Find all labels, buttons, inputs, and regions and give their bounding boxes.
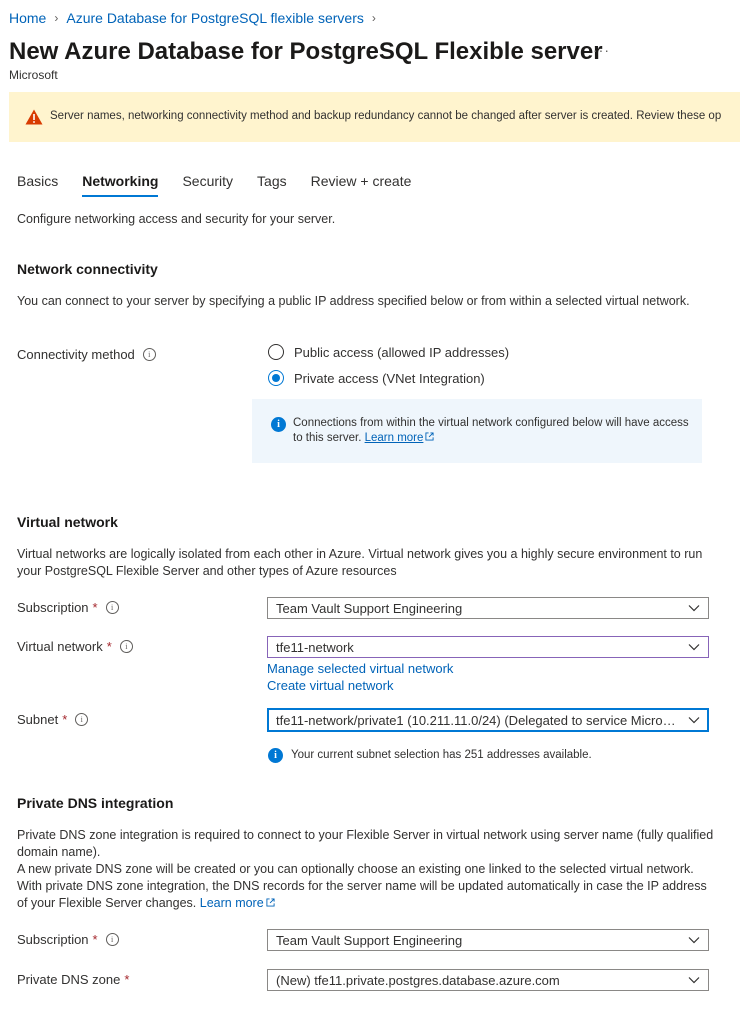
private-access-info-box: i Connections from within the virtual ne… — [252, 399, 702, 463]
required-marker: * — [92, 600, 98, 615]
chevron-down-icon — [688, 605, 700, 612]
page-subtitle: Microsoft — [9, 68, 58, 82]
vnet-value: tfe11-network — [276, 639, 354, 655]
radio-public-access-label: Public access (allowed IP addresses) — [294, 344, 510, 360]
network-connectivity-heading: Network connectivity — [17, 261, 158, 277]
external-link-icon — [425, 432, 434, 441]
private-dns-heading: Private DNS integration — [17, 795, 174, 811]
manage-vnet-link[interactable]: Manage selected virtual network — [267, 661, 453, 676]
chevron-down-icon — [688, 937, 700, 944]
chevron-down-icon — [688, 644, 700, 651]
learn-more-link[interactable]: Learn more — [365, 432, 424, 444]
create-vnet-link[interactable]: Create virtual network — [267, 678, 393, 693]
dns-subscription-label: Subscription * i — [17, 932, 119, 947]
tab-tags[interactable]: Tags — [257, 173, 287, 197]
vnet-label: Virtual network * i — [17, 639, 133, 654]
connectivity-method-label: Connectivity method i — [17, 347, 156, 362]
info-icon[interactable]: i — [119, 640, 133, 653]
vnet-label-text: Virtual network — [17, 639, 103, 654]
tab-security[interactable]: Security — [182, 173, 233, 197]
subnet-info-text: Your current subnet selection has 251 ad… — [291, 749, 592, 761]
breadcrumb-parent-link[interactable]: Azure Database for PostgreSQL flexible s… — [66, 10, 364, 26]
vnet-subscription-dropdown[interactable]: Team Vault Support Engineering — [267, 597, 709, 619]
chevron-right-icon: › — [54, 11, 59, 25]
subnet-value: tfe11-network/private1 (10.211.11.0/24) … — [276, 712, 680, 728]
required-marker: * — [62, 712, 68, 727]
more-options-button[interactable]: ··· — [593, 42, 610, 58]
breadcrumb-home-link[interactable]: Home — [9, 10, 46, 26]
radio-public-access[interactable]: Public access (allowed IP addresses) — [268, 344, 509, 360]
private-dns-desc-2: A new private DNS zone will be created o… — [17, 861, 717, 912]
radio-private-access-label: Private access (VNet Integration) — [294, 370, 485, 386]
info-icon[interactable]: i — [105, 601, 119, 614]
info-icon[interactable]: i — [75, 713, 89, 726]
warning-text: Server names, networking connectivity me… — [50, 110, 722, 122]
intro-text: Configure networking access and security… — [17, 212, 336, 226]
vnet-subscription-label-text: Subscription — [17, 600, 89, 615]
network-connectivity-desc: You can connect to your server by specif… — [17, 294, 690, 308]
private-dns-desc-1: Private DNS zone integration is required… — [17, 828, 714, 859]
tab-networking[interactable]: Networking — [82, 173, 159, 197]
radio-private-access[interactable]: Private access (VNet Integration) — [268, 370, 485, 386]
vnet-subscription-value: Team Vault Support Engineering — [276, 600, 463, 616]
subnet-dropdown[interactable]: tfe11-network/private1 (10.211.11.0/24) … — [267, 708, 709, 732]
private-access-info: Connections from within the virtual netw… — [293, 416, 693, 446]
radio-circle-icon[interactable] — [268, 344, 284, 360]
external-link-icon — [266, 898, 275, 907]
info-icon: i — [271, 417, 286, 432]
private-dns-desc: Private DNS zone integration is required… — [17, 827, 717, 912]
info-icon[interactable]: i — [142, 348, 156, 361]
chevron-down-icon — [688, 977, 700, 984]
info-icon: i — [268, 748, 283, 763]
virtual-network-heading: Virtual network — [17, 514, 118, 530]
dns-zone-label-text: Private DNS zone — [17, 972, 121, 987]
warning-icon — [25, 109, 43, 125]
virtual-network-desc: Virtual networks are logically isolated … — [17, 547, 703, 578]
warning-banner: Server names, networking connectivity me… — [9, 92, 740, 142]
vnet-dropdown[interactable]: tfe11-network — [267, 636, 709, 658]
dns-subscription-value: Team Vault Support Engineering — [276, 932, 463, 948]
private-dns-desc-2-text: A new private DNS zone will be created o… — [17, 862, 707, 910]
tab-review-create[interactable]: Review + create — [311, 173, 412, 197]
required-marker: * — [124, 972, 130, 987]
breadcrumb: Home › Azure Database for PostgreSQL fle… — [9, 10, 384, 26]
info-icon[interactable]: i — [105, 933, 119, 946]
connectivity-method-label-text: Connectivity method — [17, 347, 135, 362]
chevron-right-icon: › — [371, 11, 376, 25]
tab-list: Basics Networking Security Tags Review +… — [17, 173, 435, 197]
page-title: New Azure Database for PostgreSQL Flexib… — [9, 38, 603, 65]
subnet-label-text: Subnet — [17, 712, 59, 727]
required-marker: * — [106, 639, 112, 654]
dns-learn-more-link[interactable]: Learn more — [200, 896, 264, 910]
dns-zone-label: Private DNS zone * — [17, 972, 129, 987]
chevron-down-icon — [688, 717, 700, 724]
radio-circle-selected-icon[interactable] — [268, 370, 284, 386]
tab-basics[interactable]: Basics — [17, 173, 58, 197]
vnet-subscription-label: Subscription * i — [17, 600, 119, 615]
required-marker: * — [92, 932, 98, 947]
private-access-info-text: Connections from within the virtual netw… — [293, 417, 689, 444]
dns-zone-value: (New) tfe11.private.postgres.database.az… — [276, 972, 560, 988]
subnet-label: Subnet * i — [17, 712, 89, 727]
dns-subscription-dropdown[interactable]: Team Vault Support Engineering — [267, 929, 709, 951]
dns-zone-dropdown[interactable]: (New) tfe11.private.postgres.database.az… — [267, 969, 709, 991]
dns-subscription-label-text: Subscription — [17, 932, 89, 947]
